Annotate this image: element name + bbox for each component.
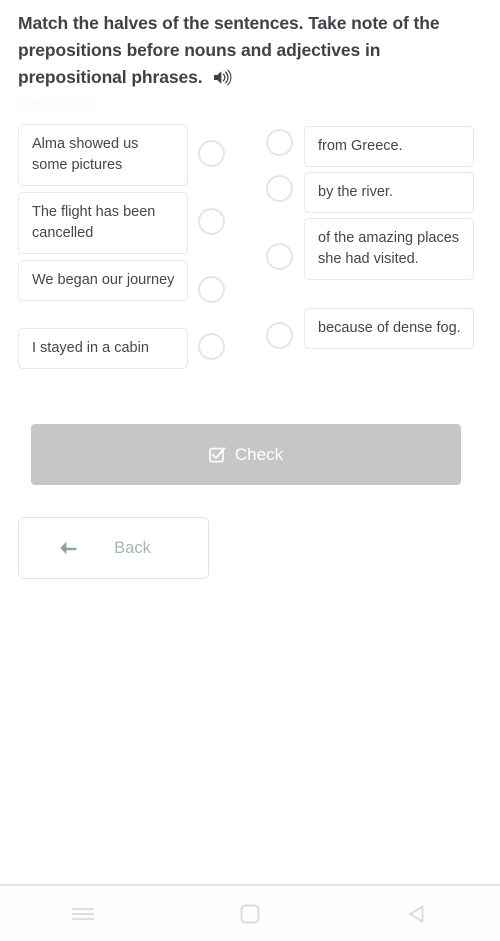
checkbox-checked-icon [209, 446, 226, 463]
left-connector-2[interactable] [198, 208, 225, 235]
square-icon [239, 903, 261, 925]
left-connector-1[interactable] [198, 140, 225, 167]
watermark-id: 30655591 [16, 95, 96, 114]
triangle-left-icon [406, 903, 428, 925]
menu-icon [70, 904, 96, 924]
right-option-2[interactable]: by the river. [304, 172, 474, 213]
check-button[interactable]: Check [31, 424, 461, 485]
left-option-2[interactable]: The flight has been cancelled [18, 192, 188, 254]
left-connector-4[interactable] [198, 333, 225, 360]
left-connector-3[interactable] [198, 276, 225, 303]
back-button-label: Back [114, 538, 151, 557]
page-title: Match the halves of the sentences. Take … [18, 10, 482, 91]
back-button[interactable]: Back [18, 517, 209, 579]
speaker-icon[interactable] [213, 69, 232, 86]
exercise-page: Match the halves of the sentences. Take … [0, 0, 500, 885]
left-option-1[interactable]: Alma showed us some pictures [18, 124, 188, 186]
left-option-4[interactable]: I stayed in a cabin [18, 328, 188, 369]
right-connector-1[interactable] [266, 129, 293, 156]
nav-recents-button[interactable] [0, 886, 167, 941]
nav-home-button[interactable] [167, 886, 334, 941]
system-navbar [0, 886, 500, 941]
check-button-label: Check [234, 444, 284, 464]
right-option-3[interactable]: of the amazing places she had visited. [304, 218, 474, 280]
right-connector-3[interactable] [266, 243, 293, 270]
matching-area: Alma showed us some pictures The flight … [0, 120, 500, 378]
arrow-left-icon [57, 539, 79, 557]
right-connector-2[interactable] [266, 175, 293, 202]
right-option-1[interactable]: from Greece. [304, 126, 474, 167]
left-option-3[interactable]: We began our journey [18, 260, 188, 301]
right-connector-4[interactable] [266, 322, 293, 349]
nav-back-button[interactable] [333, 886, 500, 941]
right-option-4[interactable]: because of dense fog. [304, 308, 474, 349]
